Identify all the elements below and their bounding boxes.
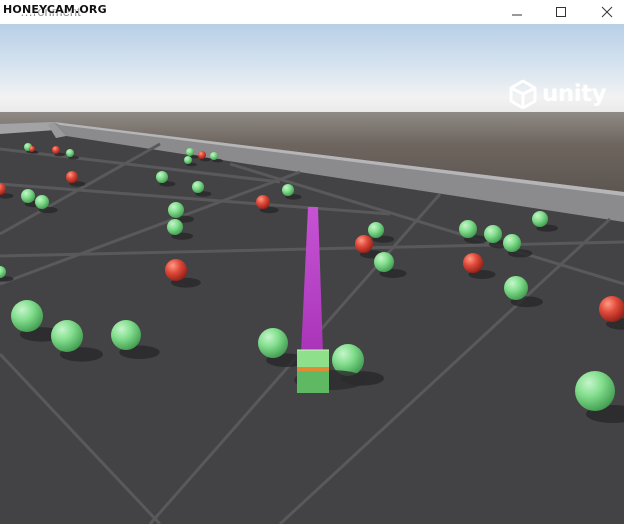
unity-cube-icon (509, 79, 537, 109)
minimize-icon (512, 14, 522, 16)
green-ball (51, 320, 83, 352)
close-button[interactable] (584, 0, 624, 24)
green-ball (156, 171, 168, 183)
red-ball (463, 253, 483, 273)
green-ball (258, 328, 288, 358)
green-ball (111, 320, 141, 350)
green-ball (503, 234, 521, 252)
green-ball (167, 219, 183, 235)
green-ball (504, 276, 528, 300)
green-ball (21, 189, 35, 203)
green-ball (192, 181, 204, 193)
green-ball (368, 222, 384, 238)
red-ball (29, 146, 35, 152)
green-ball (168, 202, 184, 218)
title-bar: …ronment HONEYCAM.ORG (0, 0, 624, 24)
green-ball (66, 149, 74, 157)
watermark-label: HONEYCAM.ORG (3, 3, 107, 16)
unity-logo-text: unity (542, 81, 607, 107)
red-ball (198, 151, 206, 159)
red-ball (52, 146, 60, 154)
close-icon (601, 6, 613, 18)
green-ball (186, 148, 194, 156)
app-window: …ronment HONEYCAM.ORG unity (0, 0, 624, 524)
red-ball (355, 235, 373, 253)
red-ball (66, 171, 78, 183)
green-ball (35, 195, 49, 209)
red-ball (256, 195, 270, 209)
green-ball (210, 152, 218, 160)
green-ball (532, 211, 548, 227)
maximize-icon (556, 7, 566, 17)
green-ball (459, 220, 477, 238)
green-ball (282, 184, 294, 196)
maximize-button[interactable] (538, 0, 584, 24)
red-ball (165, 259, 187, 281)
green-ball (11, 300, 43, 332)
green-ball (184, 156, 192, 164)
green-ball (484, 225, 502, 243)
green-ball (374, 252, 394, 272)
minimize-button[interactable] (494, 0, 540, 24)
game-viewport[interactable]: unity (0, 24, 624, 524)
green-ball (575, 371, 615, 411)
unity-logo: unity (508, 79, 607, 109)
red-ball (599, 296, 624, 322)
